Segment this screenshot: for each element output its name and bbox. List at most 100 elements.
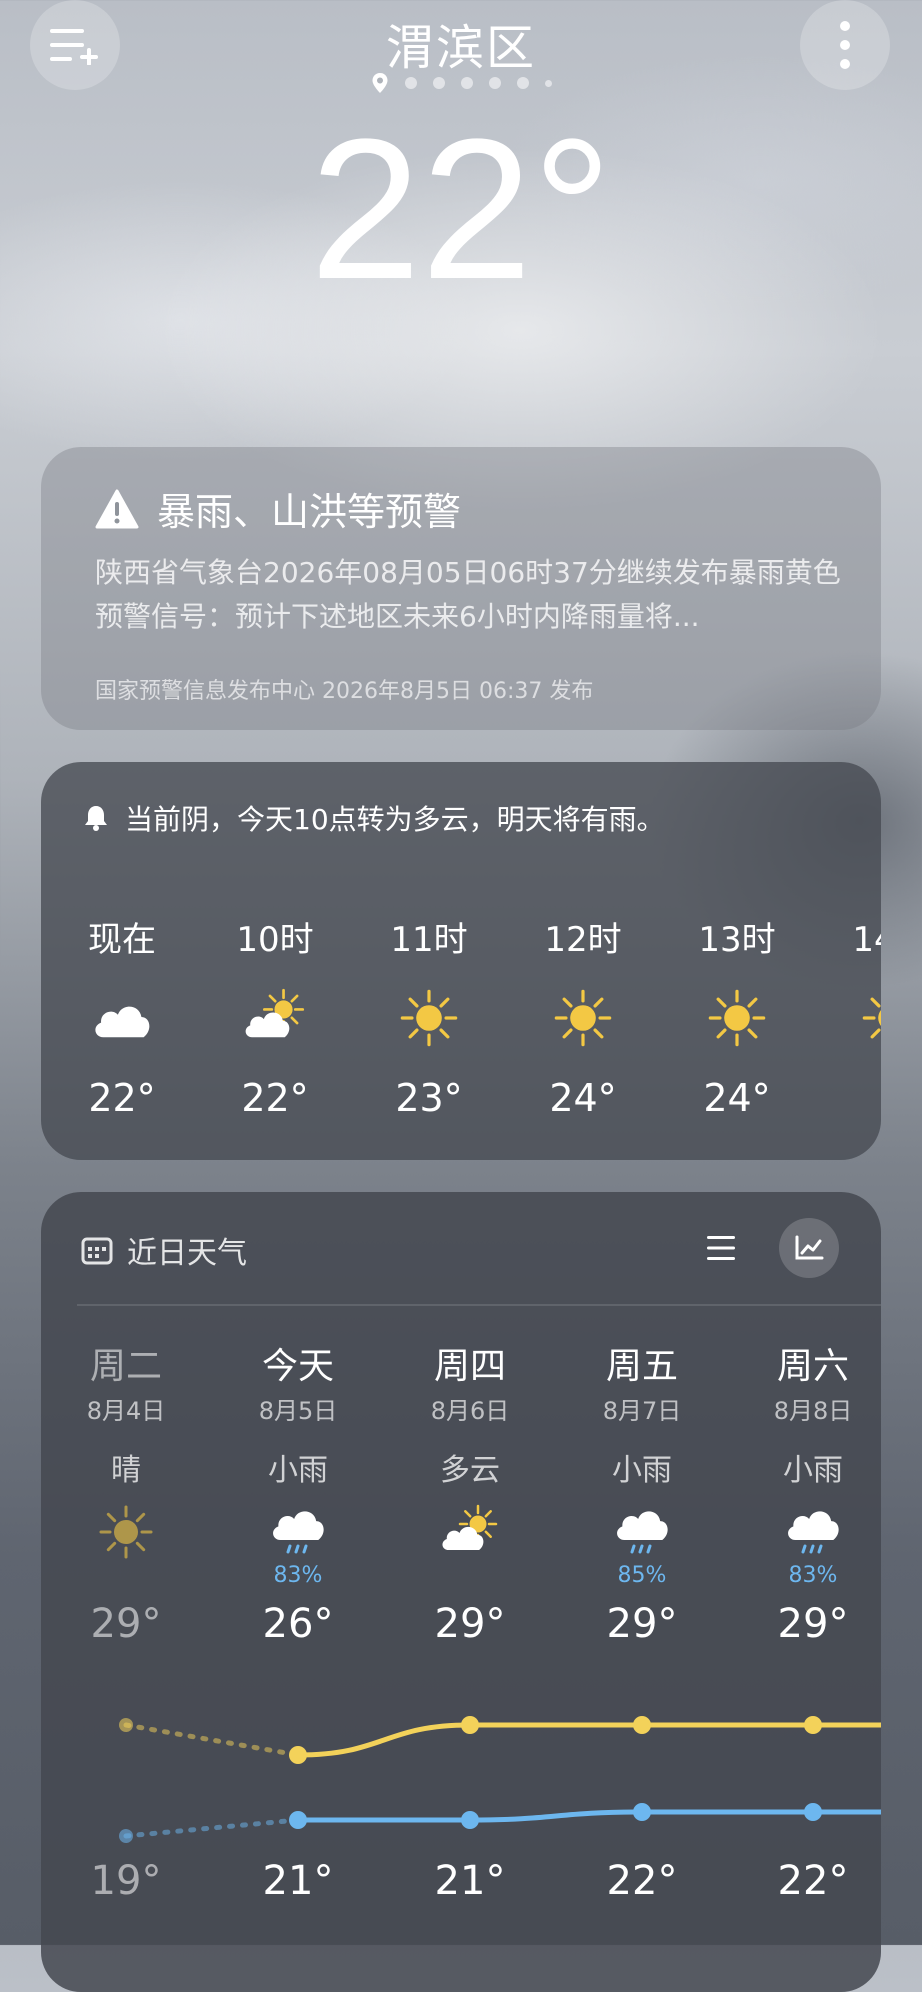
daily-item[interactable]: 今天 8月5日 小雨 83% 26° — [228, 1337, 368, 1647]
daily-header: 近日天气 — [81, 1228, 247, 1272]
day-high-temp: 29° — [434, 1601, 506, 1647]
hourly-item: 12时 24° — [528, 912, 638, 1120]
day-low-temp: 19° — [90, 1858, 162, 1904]
day-date: 8月6日 — [430, 1397, 510, 1425]
current-temperature: 22° — [309, 98, 613, 321]
day-high-temp: 29° — [90, 1601, 162, 1647]
city-name: 渭滨区 — [385, 20, 536, 76]
page-dot — [460, 77, 473, 89]
low-temp-past-segment — [123, 1817, 301, 1839]
day-condition: 多云 — [440, 1453, 500, 1488]
low-temp-point — [633, 1803, 651, 1821]
hourly-item: 10时 22° — [220, 912, 330, 1120]
page-dot — [516, 77, 529, 89]
calendar-icon — [81, 1237, 113, 1265]
day-condition: 小雨 — [612, 1453, 672, 1488]
hour-icon — [67, 978, 177, 1058]
list-view-button[interactable] — [691, 1218, 751, 1278]
sun-icon — [862, 997, 881, 1039]
chart-view-button[interactable] — [779, 1218, 839, 1278]
day-icon — [743, 1501, 881, 1563]
hour-label: 14时 — [852, 920, 881, 960]
hourly-item: 14时 2 — [836, 912, 881, 1120]
alert-title-row: 暴雨、山洪等预警 — [95, 481, 461, 536]
day-name: 周六 — [776, 1346, 849, 1387]
high-temp-point — [289, 1746, 307, 1764]
daily-item[interactable]: 周二 8月4日 晴 29° — [56, 1337, 196, 1647]
precipitation-probability — [400, 1563, 540, 1589]
day-date: 8月8日 — [773, 1397, 853, 1425]
daily-item[interactable]: 周五 8月7日 小雨 85% 29° — [572, 1337, 712, 1647]
day-name: 周四 — [433, 1346, 506, 1387]
line-chart-icon — [795, 1235, 824, 1260]
hour-icon — [682, 978, 792, 1058]
sun-icon — [400, 989, 458, 1047]
hour-icon — [374, 978, 484, 1058]
weather-alert-card[interactable]: 暴雨、山洪等预警 陕西省气象台2026年08月05日06时37分继续发布暴雨黄色… — [41, 447, 881, 730]
day-high-temp: 26° — [262, 1601, 334, 1647]
day-name: 周二 — [89, 1346, 162, 1387]
precipitation-probability: 85% — [617, 1563, 667, 1588]
alert-source: 国家预警信息发布中心 2026年8月5日 06:37 发布 — [95, 679, 594, 704]
day-icon — [400, 1501, 540, 1563]
hourly-item: 13时 24° — [682, 912, 792, 1120]
day-high-temp: 29° — [606, 1601, 678, 1647]
hour-label: 12时 — [544, 920, 622, 960]
precipitation-probability — [56, 1563, 196, 1589]
high-temp-point — [461, 1716, 479, 1734]
high-temp-past-segment — [123, 1722, 301, 1758]
daily-forecast-card: 近日天气 周二 8月4日 晴 29° 19° 今天 8月5日 小雨 83% 26°… — [41, 1192, 881, 1992]
high-temp-point — [633, 1716, 651, 1734]
rain-icon — [788, 1511, 839, 1554]
high-temp-line — [295, 1722, 881, 1758]
day-low-temp: 22° — [606, 1858, 678, 1904]
daily-divider — [77, 1304, 881, 1306]
hour-label: 13时 — [698, 920, 776, 960]
alert-description: 陕西省气象台2026年08月05日06时37分继续发布暴雨黄色预警信号：预计下述… — [95, 556, 841, 633]
daily-item[interactable]: 周四 8月6日 多云 29° — [400, 1337, 540, 1647]
partly-cloudy-icon — [442, 1504, 498, 1550]
hour-temp: 22° — [241, 1076, 309, 1120]
partly-cloudy-icon — [245, 988, 305, 1038]
sun-icon — [554, 989, 612, 1047]
warning-icon — [95, 489, 139, 528]
low-temp-point — [119, 1829, 133, 1843]
hour-temp: 23° — [395, 1076, 463, 1120]
hour-icon — [836, 978, 881, 1058]
hour-label: 10时 — [236, 920, 314, 960]
day-high-temp: 29° — [777, 1601, 849, 1647]
weather-summary: 当前阴，今天10点转为多云，明天将有雨。 — [81, 798, 665, 838]
precipitation-probability: 83% — [788, 1563, 838, 1588]
location-pin-icon — [372, 73, 387, 93]
page-dot — [404, 77, 417, 89]
hour-temp: 22° — [88, 1076, 156, 1120]
page-dot — [488, 77, 501, 89]
daily-item[interactable]: 周六 8月8日 小雨 83% 29° — [743, 1337, 881, 1647]
day-condition: 小雨 — [268, 1453, 328, 1488]
page-indicator — [0, 72, 922, 94]
hour-temp: 24° — [549, 1076, 617, 1120]
day-icon — [572, 1501, 712, 1563]
day-low-temp: 21° — [434, 1858, 506, 1904]
precipitation-probability: 83% — [273, 1563, 323, 1588]
hour-icon — [220, 978, 330, 1058]
page-dot — [544, 79, 552, 87]
day-low-temp: 21° — [262, 1858, 334, 1904]
day-condition: 小雨 — [783, 1453, 843, 1488]
high-temp-point — [119, 1718, 133, 1732]
rain-icon — [273, 1511, 324, 1554]
high-temp-point — [804, 1716, 822, 1734]
day-name: 周五 — [605, 1346, 678, 1387]
low-temp-point — [804, 1803, 822, 1821]
hour-temp: 2 — [836, 1076, 881, 1120]
cloud-icon — [95, 1006, 150, 1038]
weather-summary-text: 当前阴，今天10点转为多云，明天将有雨。 — [125, 803, 665, 836]
hour-temp: 24° — [703, 1076, 771, 1120]
day-name: 今天 — [261, 1346, 334, 1387]
hourly-item: 11时 23° — [374, 912, 484, 1120]
low-temp-point — [289, 1811, 307, 1829]
hour-icon — [528, 978, 638, 1058]
day-icon — [228, 1501, 368, 1563]
rain-icon — [617, 1511, 668, 1554]
sun-icon — [99, 1505, 153, 1559]
